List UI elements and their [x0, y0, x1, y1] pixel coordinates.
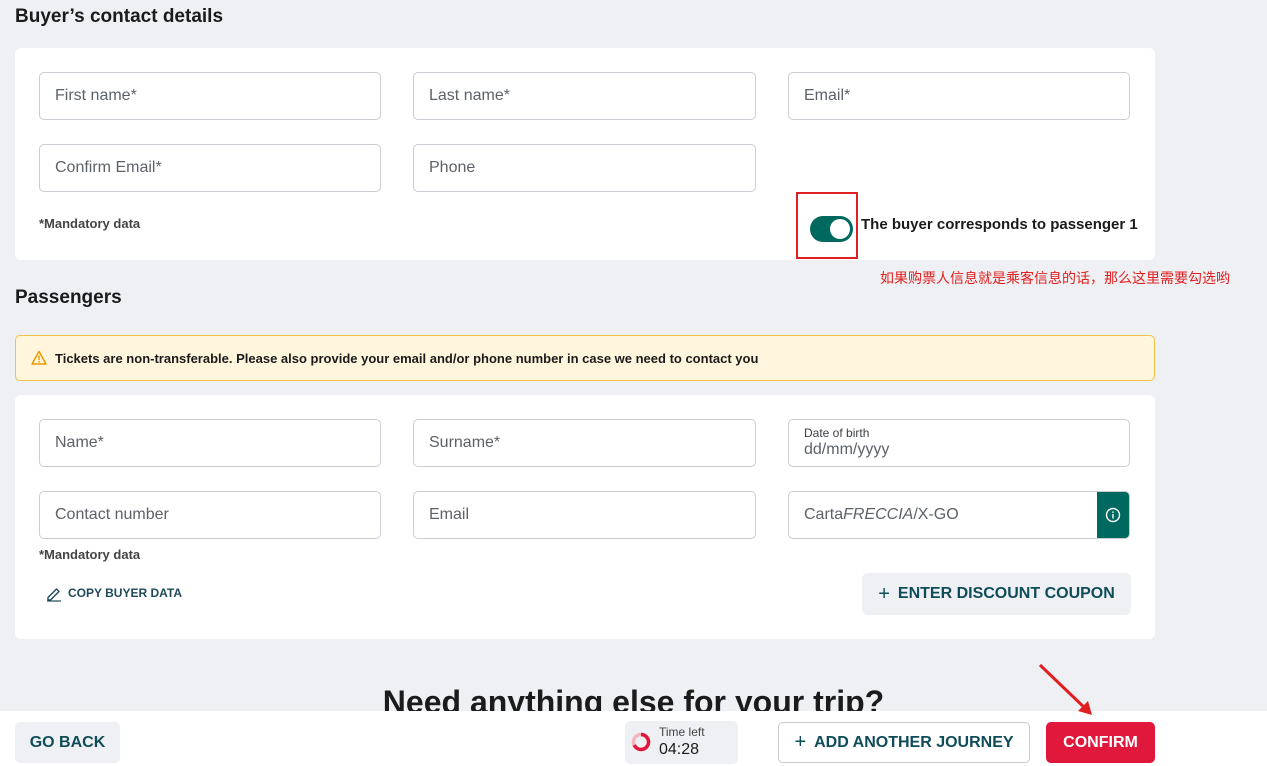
confirm-button[interactable]: CONFIRM: [1046, 722, 1155, 763]
go-back-button[interactable]: GO BACK: [15, 722, 120, 763]
timer-ring-icon: [631, 732, 651, 752]
warning-banner: Tickets are non-transferable. Please als…: [15, 335, 1155, 381]
buyer-section-title: Buyer’s contact details: [15, 6, 224, 27]
buyer-mandatory-note: *Mandatory data: [39, 216, 141, 231]
warning-text: Tickets are non-transferable. Please als…: [55, 350, 759, 366]
buyer-passenger-toggle-label[interactable]: The buyer corresponds to passenger 1: [861, 216, 1138, 233]
info-icon[interactable]: [1097, 492, 1129, 538]
copy-buyer-data-label: COPY BUYER DATA: [68, 586, 183, 600]
warning-icon: [31, 350, 47, 366]
cartafreccia-placeholder: CartaFRECCIA/X-GO: [804, 506, 959, 523]
add-another-journey-button[interactable]: + ADD ANOTHER JOURNEY: [778, 722, 1030, 763]
toggle-knob: [830, 219, 850, 239]
plus-icon: +: [794, 731, 807, 753]
plus-icon: +: [878, 582, 890, 605]
email-field[interactable]: Email*: [788, 72, 1130, 120]
buyer-passenger-toggle[interactable]: [810, 216, 853, 242]
time-left-widget: Time left 04:28: [625, 721, 738, 764]
date-of-birth-placeholder: dd/mm/yyyy: [804, 441, 890, 458]
date-of-birth-field[interactable]: Date of birth dd/mm/yyyy: [788, 419, 1130, 467]
enter-discount-coupon-button[interactable]: + ENTER DISCOUNT COUPON: [862, 573, 1131, 615]
annotation-note: 如果购票人信息就是乘客信息的话，那么这里需要勾选哟: [880, 270, 1230, 286]
last-name-field[interactable]: Last name*: [413, 72, 756, 120]
passenger-mandatory-note: *Mandatory data: [39, 547, 141, 562]
passengers-section-title: Passengers: [15, 287, 122, 308]
passenger-email-field[interactable]: Email: [413, 491, 756, 539]
confirm-email-field[interactable]: Confirm Email*: [39, 144, 381, 192]
time-left-value: 04:28: [659, 741, 700, 758]
copy-buyer-data-link[interactable]: COPY BUYER DATA: [45, 584, 182, 602]
pencil-icon: [45, 584, 63, 602]
surname-field[interactable]: Surname*: [413, 419, 756, 467]
coupon-label: ENTER DISCOUNT COUPON: [897, 585, 1115, 602]
annotation-arrow-icon: [1038, 663, 1092, 715]
time-left-label: Time left: [659, 725, 705, 739]
name-field[interactable]: Name*: [39, 419, 381, 467]
phone-field[interactable]: Phone: [413, 144, 756, 192]
add-journey-label: ADD ANOTHER JOURNEY: [814, 733, 1014, 751]
contact-number-field[interactable]: Contact number: [39, 491, 381, 539]
first-name-field[interactable]: First name*: [39, 72, 381, 120]
date-of-birth-label: Date of birth: [804, 426, 870, 440]
highlight-box: [796, 192, 858, 259]
cartafreccia-field[interactable]: CartaFRECCIA/X-GO: [788, 491, 1130, 539]
